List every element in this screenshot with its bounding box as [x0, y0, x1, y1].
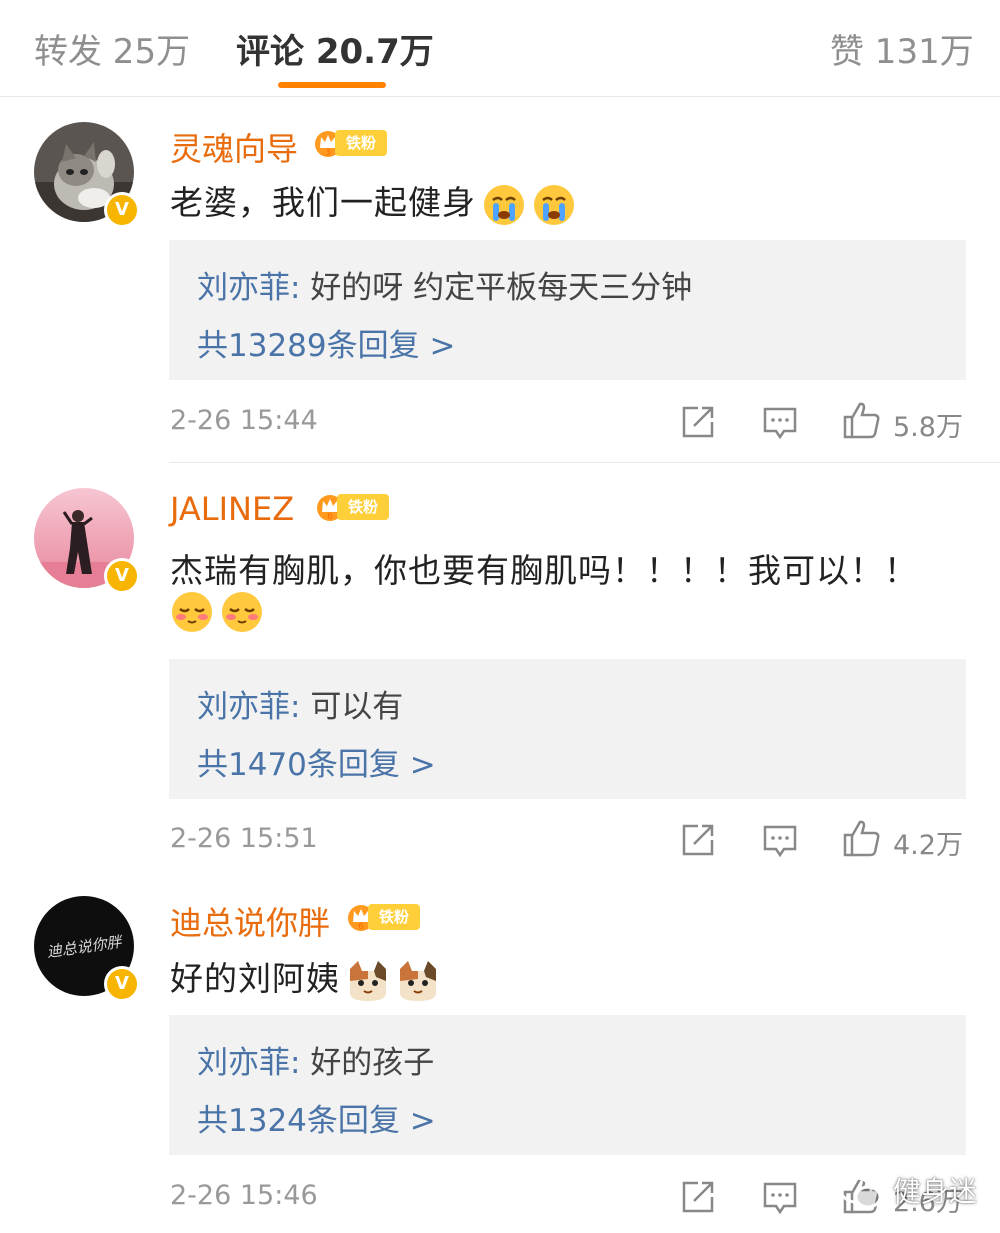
fan-badge-label: 铁粉: [335, 130, 387, 156]
crying-emoji-icon: [534, 184, 574, 225]
reply-author[interactable]: 刘亦菲:: [197, 689, 300, 725]
cat-emoji-icon: [350, 960, 386, 1001]
tab-bar: 转发 25万 评论 20.7万 赞 131万: [0, 0, 1000, 97]
svg-text:6: 6: [358, 922, 364, 932]
reply-preview[interactable]: 刘亦菲: 好的孩子 共1324条回复 >: [169, 1015, 966, 1155]
reply-count-link[interactable]: 共1470条回复 >: [197, 739, 436, 784]
divider: [169, 462, 1000, 463]
reply-author[interactable]: 刘亦菲:: [197, 270, 300, 306]
like-icon[interactable]: [842, 400, 882, 440]
like-count: 4.2万: [893, 830, 963, 861]
watermark: 健身迷: [838, 1170, 977, 1210]
tab-reposts[interactable]: 转发 25万: [34, 24, 190, 73]
repost-icon[interactable]: [680, 822, 716, 858]
comment-icon[interactable]: [762, 823, 798, 859]
tab-likes[interactable]: 赞 131万: [830, 24, 974, 73]
reply-author[interactable]: 刘亦菲:: [197, 1045, 300, 1081]
reply-text: 好的孩子: [310, 1045, 435, 1081]
like-count: 5.8万: [893, 412, 963, 443]
repost-icon[interactable]: [680, 1179, 716, 1215]
blushing-emoji-icon: [172, 592, 212, 632]
comment-text: 杰瑞有胸肌，你也要有胸肌吗！！！！我可以！！: [170, 551, 918, 590]
fan-badge: 6 铁粉: [315, 492, 389, 522]
wechat-icon: [839, 1176, 882, 1209]
cat-emoji-icon: [400, 960, 436, 1001]
blushing-emoji-icon: [222, 592, 262, 632]
like-icon[interactable]: [842, 818, 882, 858]
svg-text:6: 6: [327, 512, 333, 522]
reply-preview[interactable]: 刘亦菲: 好的呀 约定平板每天三分钟 共13289条回复 >: [169, 240, 966, 380]
watermark-text: 健身迷: [892, 1175, 977, 1208]
fan-badge-label: 铁粉: [337, 494, 389, 520]
username[interactable]: 灵魂向导: [170, 124, 298, 170]
username[interactable]: JALINEZ: [170, 490, 294, 528]
fan-badge: 6 铁粉: [346, 902, 420, 932]
comment-icon[interactable]: [762, 1180, 798, 1216]
comment-icon[interactable]: [762, 405, 798, 441]
comment-text: 老婆，我们一起健身: [170, 176, 576, 227]
reply-text: 可以有: [310, 689, 404, 725]
username[interactable]: 迪总说你胖: [170, 898, 330, 944]
reply-line: 刘亦菲: 好的孩子: [197, 1037, 434, 1082]
crying-emoji-icon: [484, 184, 524, 225]
reply-text: 好的呀 约定平板每天三分钟: [310, 270, 693, 306]
fan-badge: 3 铁粉: [313, 128, 387, 158]
timestamp: 2-26 15:51: [170, 823, 318, 854]
verified-v-icon: V: [104, 966, 140, 1002]
reply-line: 刘亦菲: 好的呀 约定平板每天三分钟: [197, 262, 692, 307]
active-tab-indicator: [278, 82, 386, 88]
reply-preview[interactable]: 刘亦菲: 可以有 共1470条回复 >: [169, 659, 966, 799]
fan-badge-label: 铁粉: [368, 904, 420, 930]
timestamp: 2-26 15:46: [170, 1180, 318, 1211]
svg-text:3: 3: [325, 148, 331, 158]
reply-count-link[interactable]: 共1324条回复 >: [197, 1095, 436, 1140]
comment-text: 好的刘阿姨: [170, 952, 440, 1003]
tab-comments[interactable]: 评论 20.7万: [236, 24, 434, 73]
reply-line: 刘亦菲: 可以有: [197, 681, 403, 726]
verified-v-icon: V: [104, 192, 140, 228]
verified-v-icon: V: [104, 558, 140, 594]
timestamp: 2-26 15:44: [170, 405, 318, 436]
reply-count-link[interactable]: 共13289条回复 >: [197, 320, 455, 365]
repost-icon[interactable]: [680, 404, 716, 440]
comment-emoji-row: [164, 590, 264, 634]
